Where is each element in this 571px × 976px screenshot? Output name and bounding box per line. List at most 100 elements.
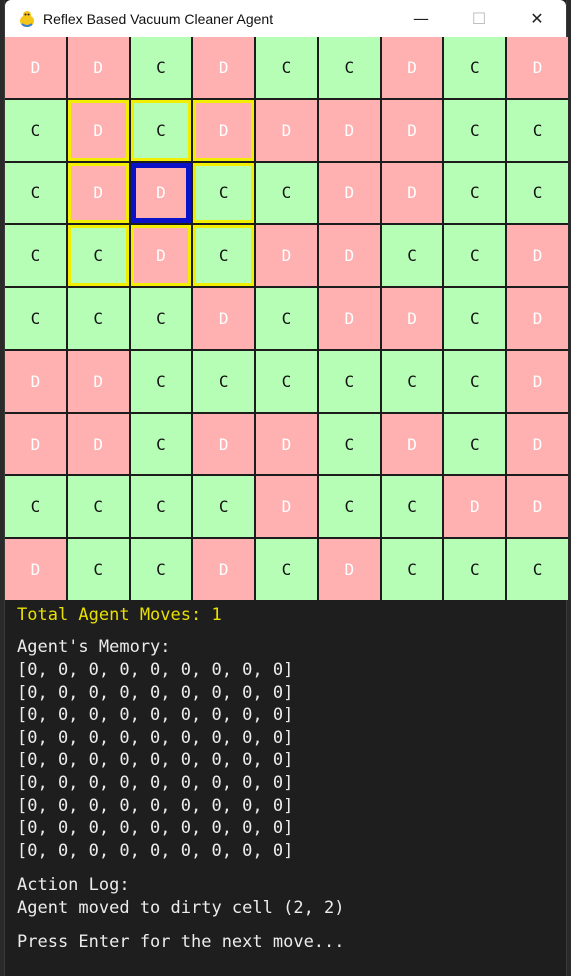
clean-cell: C xyxy=(67,539,129,600)
clean-cell: C xyxy=(381,350,443,412)
window-title: Reflex Based Vacuum Cleaner Agent xyxy=(43,10,274,27)
dirty-cell: D xyxy=(444,476,506,538)
dirty-cell: D xyxy=(130,225,192,287)
memory-label: Agent's Memory: xyxy=(17,637,171,657)
dirty-cell: D xyxy=(67,37,129,98)
clean-cell: C xyxy=(130,539,192,600)
memory-row: [0, 0, 0, 0, 0, 0, 0, 0, 0] xyxy=(17,840,294,861)
clean-cell: C xyxy=(67,476,129,538)
dirty-cell: D xyxy=(381,413,443,475)
dirty-cell: D xyxy=(256,413,317,475)
clean-cell: C xyxy=(507,162,568,224)
close-button[interactable]: ✕ xyxy=(508,0,566,37)
dirty-cell: D xyxy=(381,288,443,349)
minimize-button[interactable]: — xyxy=(392,0,450,37)
dirty-cell: D xyxy=(507,225,568,287)
dirty-cell: D xyxy=(318,288,380,349)
clean-cell: C xyxy=(130,99,192,161)
action-log-label: Action Log: xyxy=(17,875,130,895)
memory-row: [0, 0, 0, 0, 0, 0, 0, 0, 0] xyxy=(17,727,294,748)
environment-grid: DDCDCCDCDCDCDDDDCCCDDCCDDCCCCDCDDCCDCCCD… xyxy=(5,37,568,600)
memory-row: [0, 0, 0, 0, 0, 0, 0, 0, 0] xyxy=(17,795,294,816)
dirty-cell: D xyxy=(381,99,443,161)
dirty-cell: D xyxy=(381,37,443,98)
clean-cell: C xyxy=(130,476,192,538)
status-panel: Total Agent Moves: 1 Agent's Memory: [0,… xyxy=(5,600,566,976)
dirty-cell: D xyxy=(193,37,255,98)
dirty-cell: D xyxy=(193,413,255,475)
dirty-cell: D xyxy=(318,225,380,287)
dirty-cell: D xyxy=(193,288,255,349)
memory-row: [0, 0, 0, 0, 0, 0, 0, 0, 0] xyxy=(17,750,294,771)
agent-cell: D xyxy=(130,162,192,224)
memory-row: [0, 0, 0, 0, 0, 0, 0, 0, 0] xyxy=(17,660,294,680)
dirty-cell: D xyxy=(318,99,380,161)
dirty-cell: D xyxy=(67,99,129,161)
memory-row: [0, 0, 0, 0, 0, 0, 0, 0, 0] xyxy=(17,772,294,793)
dirty-cell: D xyxy=(507,37,568,98)
title-bar[interactable]: Reflex Based Vacuum Cleaner Agent — ☐ ✕ xyxy=(5,0,566,37)
clean-cell: C xyxy=(5,99,66,161)
dirty-cell: D xyxy=(507,288,568,349)
clean-cell: C xyxy=(507,99,568,161)
memory-matrix: [0, 0, 0, 0, 0, 0, 0, 0, 0] [0, 0, 0, 0,… xyxy=(17,659,293,862)
clean-cell: C xyxy=(67,288,129,349)
clean-cell: C xyxy=(318,37,380,98)
clean-cell: C xyxy=(381,476,443,538)
dirty-cell: D xyxy=(507,350,568,412)
clean-cell: C xyxy=(256,288,317,349)
dirty-cell: D xyxy=(318,539,380,600)
clean-cell: C xyxy=(444,162,506,224)
dirty-cell: D xyxy=(5,37,66,98)
dirty-cell: D xyxy=(67,350,129,412)
clean-cell: C xyxy=(256,37,317,98)
clean-cell: C xyxy=(130,413,192,475)
clean-cell: C xyxy=(5,225,66,287)
clean-cell: C xyxy=(5,288,66,349)
clean-cell: C xyxy=(444,288,506,349)
clean-cell: C xyxy=(130,37,192,98)
dirty-cell: D xyxy=(193,99,255,161)
action-log-entry: Agent moved to dirty cell (2, 2) xyxy=(17,898,345,918)
clean-cell: C xyxy=(507,539,568,600)
dirty-cell: D xyxy=(507,476,568,538)
memory-row: [0, 0, 0, 0, 0, 0, 0, 0, 0] xyxy=(17,818,294,839)
clean-cell: C xyxy=(256,350,317,412)
maximize-button[interactable]: ☐ xyxy=(450,0,508,37)
clean-cell: C xyxy=(130,288,192,349)
minimize-icon: — xyxy=(413,9,429,28)
app-window: Reflex Based Vacuum Cleaner Agent — ☐ ✕ … xyxy=(4,0,568,976)
dirty-cell: D xyxy=(67,413,129,475)
dirty-cell: D xyxy=(507,413,568,475)
clean-cell: C xyxy=(318,413,380,475)
memory-row: [0, 0, 0, 0, 0, 0, 0, 0, 0] xyxy=(17,682,294,703)
clean-cell: C xyxy=(193,350,255,412)
dirty-cell: D xyxy=(5,413,66,475)
clean-cell: C xyxy=(256,162,317,224)
clean-cell: C xyxy=(444,37,506,98)
clean-cell: C xyxy=(318,476,380,538)
clean-cell: C xyxy=(193,162,255,224)
memory-row: [0, 0, 0, 0, 0, 0, 0, 0, 0] xyxy=(17,705,294,726)
dirty-cell: D xyxy=(193,539,255,600)
clean-cell: C xyxy=(444,413,506,475)
dirty-cell: D xyxy=(5,539,66,600)
clean-cell: C xyxy=(444,225,506,287)
clean-cell: C xyxy=(67,225,129,287)
dirty-cell: D xyxy=(256,99,317,161)
clean-cell: C xyxy=(444,99,506,161)
clean-cell: C xyxy=(381,225,443,287)
clean-cell: C xyxy=(5,476,66,538)
dirty-cell: D xyxy=(381,162,443,224)
pygame-snake-icon xyxy=(17,9,37,29)
clean-cell: C xyxy=(130,350,192,412)
dirty-cell: D xyxy=(5,350,66,412)
next-move-prompt: Press Enter for the next move... xyxy=(17,932,345,952)
dirty-cell: D xyxy=(67,162,129,224)
clean-cell: C xyxy=(5,162,66,224)
total-moves-text: Total Agent Moves: 1 xyxy=(17,605,222,625)
dirty-cell: D xyxy=(318,162,380,224)
clean-cell: C xyxy=(381,539,443,600)
clean-cell: C xyxy=(256,539,317,600)
dirty-cell: D xyxy=(256,476,317,538)
